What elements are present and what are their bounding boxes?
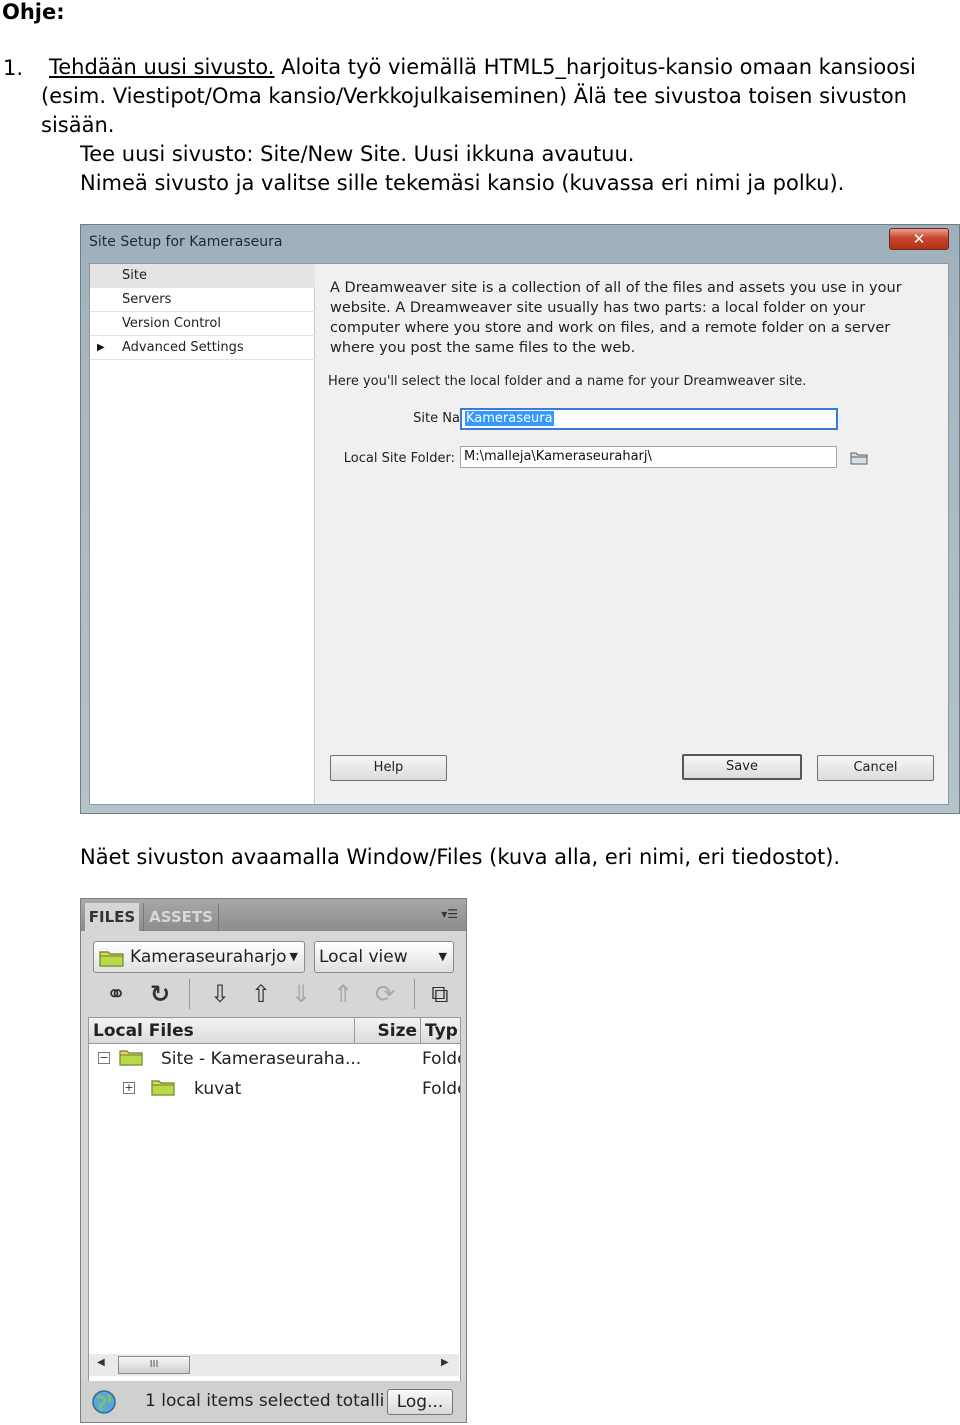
- nav-item-advanced-settings-label: Advanced Settings: [122, 340, 244, 355]
- step-link[interactable]: Tehdään uusi sivusto.: [49, 55, 274, 79]
- status-bar: 1 local items selected totalli Log...: [81, 1381, 466, 1422]
- step-line-1-text: Aloita työ viemällä HTML5_harjoitus-kans…: [274, 55, 916, 79]
- view-dropdown[interactable]: Local view ▼: [314, 941, 454, 973]
- tab-files[interactable]: FILES: [85, 903, 139, 931]
- column-type[interactable]: Typ: [421, 1018, 460, 1044]
- put-files-icon[interactable]: ⇧: [246, 979, 276, 1009]
- local-folder-field[interactable]: M:\malleja\Kameraseuraharj\: [460, 446, 837, 468]
- document-heading: Ohje:: [2, 0, 65, 24]
- folder-icon: [151, 1080, 175, 1096]
- step-line-1: Tehdään uusi sivusto. Aloita työ viemäll…: [49, 53, 916, 82]
- cancel-button[interactable]: Cancel: [817, 755, 934, 781]
- globe-icon: [92, 1390, 116, 1414]
- dialog-title: Site Setup for Kameraseura: [89, 234, 283, 250]
- site-name-field[interactable]: Kameraseura: [460, 408, 838, 430]
- toolbar-divider: [414, 979, 415, 1009]
- site-dropdown-value: Kameraseuraharjo: [130, 947, 287, 967]
- file-row-name[interactable]: kuvat: [194, 1079, 241, 1099]
- step-number: 1.: [3, 56, 24, 80]
- column-size[interactable]: Size: [355, 1018, 421, 1044]
- expand-panel-icon[interactable]: ⧉: [425, 979, 455, 1009]
- chevron-down-icon: ▼: [438, 950, 447, 963]
- close-icon[interactable]: ✕: [889, 228, 949, 250]
- dialog-client-area: Site Servers Version Control ▶ Advanced …: [89, 263, 949, 805]
- site-folder-icon: [99, 951, 124, 967]
- status-text: 1 local items selected totalli: [145, 1391, 385, 1411]
- collapse-toggle-icon[interactable]: −: [98, 1052, 110, 1064]
- column-local-files[interactable]: Local Files: [89, 1018, 355, 1044]
- expand-toggle-icon[interactable]: +: [123, 1082, 135, 1094]
- browse-folder-icon[interactable]: [850, 450, 868, 465]
- site-description: A Dreamweaver site is a collection of al…: [330, 280, 902, 356]
- nav-item-servers[interactable]: Servers: [90, 288, 315, 312]
- site-name-value: Kameraseura: [465, 411, 554, 426]
- file-row-type: Folde: [422, 1049, 460, 1069]
- local-folder-label: Local Site Folder:: [343, 451, 455, 466]
- chevron-down-icon: ▼: [289, 950, 298, 963]
- scroll-left-icon[interactable]: ◀: [97, 1357, 105, 1368]
- nav-item-advanced-settings[interactable]: ▶ Advanced Settings: [90, 336, 315, 360]
- nav-item-site[interactable]: Site: [90, 264, 315, 288]
- toolbar-divider: [189, 979, 190, 1009]
- help-button[interactable]: Help: [330, 755, 447, 781]
- site-hint: Here you'll select the local folder and …: [328, 374, 807, 389]
- view-dropdown-value: Local view: [319, 947, 408, 967]
- horizontal-scrollbar[interactable]: ◀ III ▶: [89, 1354, 459, 1376]
- connect-icon[interactable]: ⚭: [101, 979, 131, 1009]
- log-button[interactable]: Log...: [387, 1389, 453, 1415]
- get-files-icon[interactable]: ⇩: [205, 979, 235, 1009]
- refresh-icon[interactable]: ↻: [145, 979, 175, 1009]
- synchronize-icon[interactable]: ⟳: [370, 979, 400, 1009]
- panel-menu-icon[interactable]: ▾☰: [441, 907, 458, 921]
- step-line-5: Nimeä sivusto ja valitse sille tekemäsi …: [80, 171, 845, 195]
- files-panel-caption: Näet sivuston avaamalla Window/Files (ku…: [80, 845, 841, 869]
- step-line-2: (esim. Viestipot/Oma kansio/Verkkojulkai…: [41, 84, 907, 108]
- file-row-type: Folde: [422, 1079, 460, 1099]
- panel-tab-bar: FILES ASSETS ▾☰: [81, 899, 466, 931]
- check-out-icon[interactable]: ⇓: [286, 979, 316, 1009]
- files-panel: FILES ASSETS ▾☰ Kameraseuraharjo ▼ Local…: [80, 898, 467, 1423]
- site-setup-dialog: Site Setup for Kameraseura ✕ Site Server…: [80, 224, 960, 814]
- scroll-thumb[interactable]: III: [118, 1356, 190, 1374]
- tab-assets[interactable]: ASSETS: [143, 903, 219, 931]
- site-folder-icon: [119, 1050, 143, 1066]
- expand-arrow-icon[interactable]: ▶: [97, 336, 105, 359]
- site-dropdown[interactable]: Kameraseuraharjo ▼: [93, 941, 305, 973]
- category-list: Site Servers Version Control ▶ Advanced …: [90, 264, 315, 804]
- step-line-4: Tee uusi sivusto: Site/New Site. Uusi ik…: [80, 142, 635, 166]
- site-settings-pane: A Dreamweaver site is a collection of al…: [315, 264, 950, 804]
- local-files-list: Local Files Size Typ − Site - Kameraseur…: [88, 1017, 461, 1389]
- save-button[interactable]: Save: [682, 754, 802, 780]
- file-row-name[interactable]: Site - Kameraseuraha...: [161, 1049, 361, 1069]
- step-line-3: sisään.: [41, 113, 115, 137]
- nav-item-version-control[interactable]: Version Control: [90, 312, 315, 336]
- scroll-right-icon[interactable]: ▶: [441, 1357, 449, 1368]
- check-in-icon[interactable]: ⇑: [328, 979, 358, 1009]
